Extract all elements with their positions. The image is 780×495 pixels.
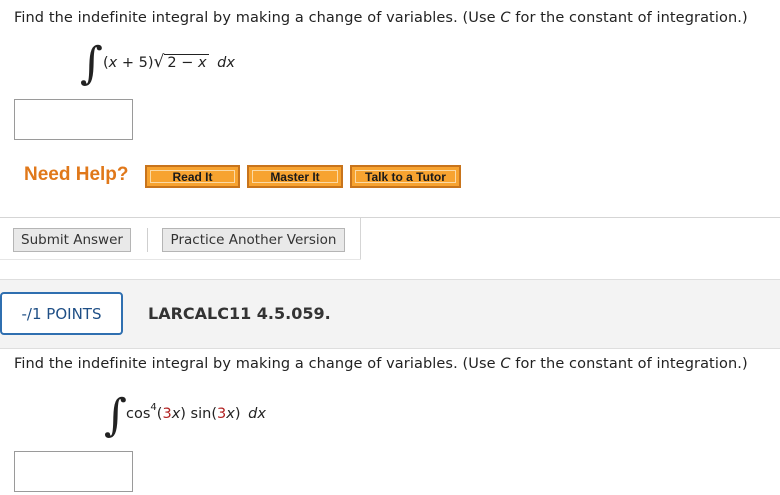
submit-answer-button[interactable]: Submit Answer <box>13 228 131 252</box>
talk-to-tutor-button[interactable]: Talk to a Tutor <box>350 165 461 188</box>
actions-panel-border <box>0 217 780 218</box>
actions-panel-bottom <box>0 259 361 260</box>
master-it-button[interactable]: Master It <box>247 165 343 188</box>
need-help-label: Need Help? <box>24 164 129 185</box>
q1-prompt: Find the indefinite integral by making a… <box>14 10 748 26</box>
q1-integrand: (x + 5)√ 2 − x dx <box>103 52 235 72</box>
problem-id: LARCALC11 4.5.059. <box>148 304 331 323</box>
points-badge: -/1 POINTS <box>0 292 123 335</box>
q2-integrand: cos4(3x) sin(3x) dx <box>126 402 266 422</box>
q2-answer-input[interactable] <box>14 451 133 492</box>
actions-separator <box>147 228 148 252</box>
q1-answer-input[interactable] <box>14 99 133 140</box>
practice-another-version-button[interactable]: Practice Another Version <box>162 228 345 252</box>
q1-integral-sign: ∫ <box>80 38 103 89</box>
q2-prompt: Find the indefinite integral by making a… <box>14 356 748 372</box>
q2-integral-sign: ∫ <box>104 390 127 441</box>
actions-panel-right-edge <box>360 217 361 259</box>
read-it-button[interactable]: Read It <box>145 165 240 188</box>
